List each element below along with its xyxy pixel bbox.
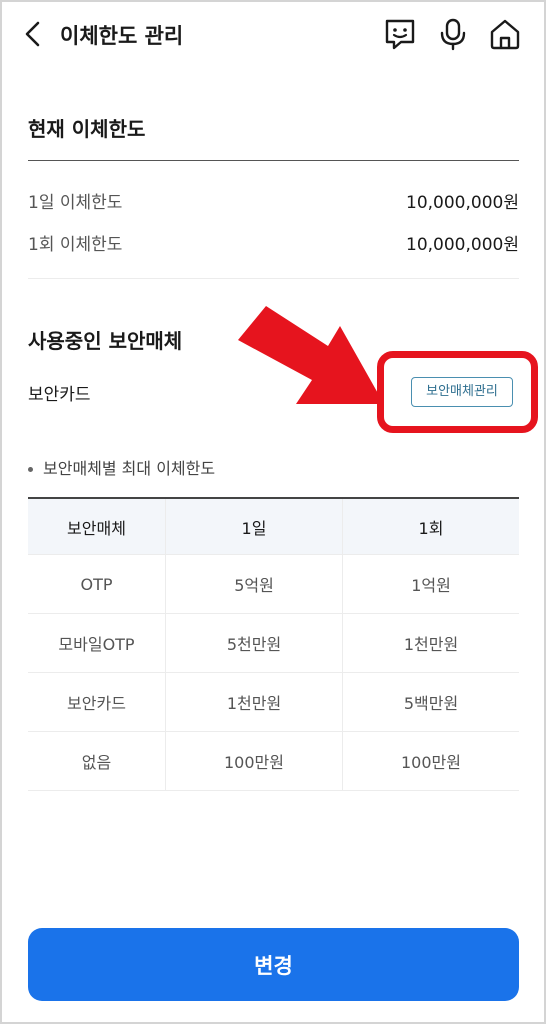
table-row: 모바일OTP 5천만원 1천만원 bbox=[28, 614, 519, 673]
section-divider bbox=[28, 160, 519, 161]
table-row: 보안카드 1천만원 5백만원 bbox=[28, 673, 519, 732]
table-cell: 5천만원 bbox=[166, 614, 343, 672]
table-cell: OTP bbox=[28, 555, 166, 613]
per-transfer-limit-label: 1회 이체한도 bbox=[28, 235, 123, 255]
chat-face-icon bbox=[385, 19, 415, 50]
microphone-icon bbox=[440, 18, 466, 51]
voice-button[interactable] bbox=[436, 17, 470, 51]
table-header-cell: 보안매체 bbox=[28, 499, 166, 554]
table-cell: 1천만원 bbox=[166, 673, 343, 731]
security-media-value: 보안카드 bbox=[28, 385, 91, 405]
table-header-cell: 1일 bbox=[166, 499, 343, 554]
table-cell: 없음 bbox=[28, 732, 166, 790]
table-cell: 5백만원 bbox=[403, 694, 459, 713]
chevron-left-icon bbox=[25, 21, 40, 47]
table-cell: 100만원 bbox=[401, 753, 461, 772]
home-button[interactable] bbox=[488, 17, 522, 51]
table-row: OTP 5억원 1억원 bbox=[28, 555, 519, 614]
table-header-cell: 1회 bbox=[418, 518, 444, 538]
page-title: 이체한도 관리 bbox=[60, 24, 184, 48]
top-bar: 이체한도 관리 bbox=[0, 0, 546, 70]
limit-table-caption-text: 보안매체별 최대 이체한도 bbox=[43, 459, 216, 478]
highlight-box bbox=[377, 351, 538, 433]
current-limit-title: 현재 이체한도 bbox=[28, 117, 146, 141]
security-media-title: 사용중인 보안매체 bbox=[28, 329, 183, 353]
chat-button[interactable] bbox=[383, 17, 417, 51]
section-divider bbox=[28, 278, 519, 279]
table-cell: 1천만원 bbox=[403, 635, 459, 654]
change-button[interactable]: 변경 bbox=[28, 928, 519, 1001]
per-transfer-limit-row: 1회 이체한도 10,000,000원 bbox=[28, 230, 519, 256]
bullet-icon bbox=[28, 467, 33, 472]
red-arrow-icon bbox=[238, 306, 384, 404]
limit-table: 보안매체 1일 1회 OTP 5억원 1억원 모바일OTP 5천만원 1천만원 … bbox=[28, 497, 519, 791]
daily-limit-row: 1일 이체한도 10,000,000원 bbox=[28, 188, 519, 214]
table-row: 없음 100만원 100만원 bbox=[28, 732, 519, 791]
limit-table-caption: 보안매체별 최대 이체한도 bbox=[28, 455, 215, 479]
home-icon bbox=[490, 19, 520, 50]
table-cell: 모바일OTP bbox=[28, 614, 166, 672]
daily-limit-label: 1일 이체한도 bbox=[28, 193, 123, 213]
table-cell: 100만원 bbox=[166, 732, 343, 790]
table-cell: 5억원 bbox=[166, 555, 343, 613]
per-transfer-limit-value: 10,000,000원 bbox=[406, 235, 519, 255]
back-button[interactable] bbox=[22, 20, 46, 48]
daily-limit-value: 10,000,000원 bbox=[406, 193, 519, 213]
table-cell: 보안카드 bbox=[28, 673, 166, 731]
table-header-row: 보안매체 1일 1회 bbox=[28, 499, 519, 555]
table-cell: 1억원 bbox=[411, 576, 451, 595]
